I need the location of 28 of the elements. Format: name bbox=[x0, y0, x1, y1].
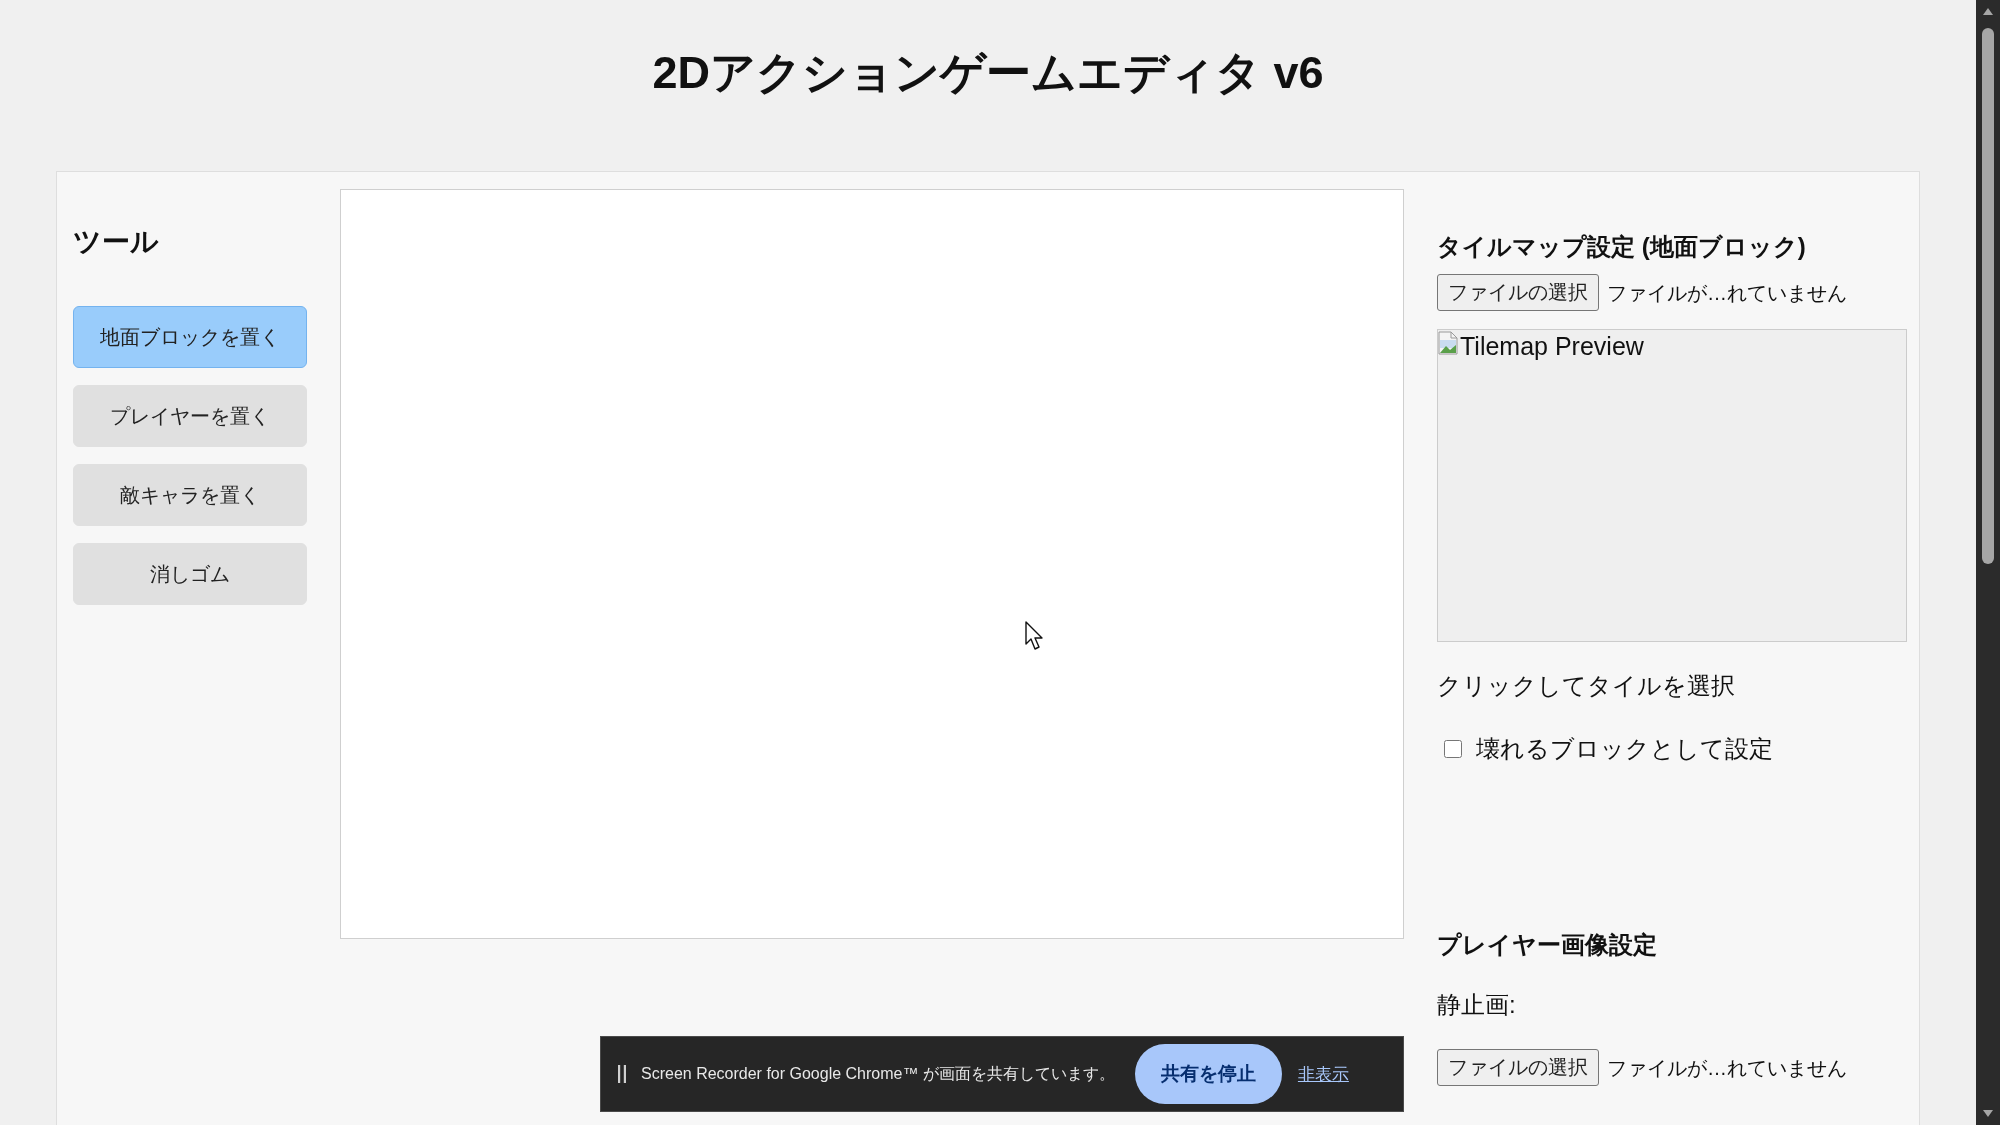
section-heading: プレイヤー画像設定 bbox=[1437, 931, 1657, 959]
hide-link[interactable]: 非表示 bbox=[1297, 1062, 1349, 1086]
down-arrow-icon[interactable] bbox=[1983, 1110, 1993, 1117]
choose-file-button[interactable]: ファイルの選択 bbox=[1437, 274, 1599, 311]
cursor-icon bbox=[1025, 621, 1045, 651]
preview-alt-text: Tilemap Preview bbox=[1460, 331, 1644, 362]
hint-text: クリックしてタイルを選択 bbox=[1437, 671, 1735, 701]
tilemap-preview[interactable]: Tilemap Preview bbox=[1437, 329, 1907, 642]
tool-button[interactable]: 消しゴム bbox=[73, 543, 307, 605]
up-arrow-icon[interactable] bbox=[1983, 8, 1993, 15]
scrollbar[interactable] bbox=[1976, 0, 2000, 1125]
file-status-text: ファイルが…れていません bbox=[1607, 1055, 1847, 1080]
field-label: 静止画: bbox=[1437, 990, 1516, 1020]
tool-button[interactable]: 地面ブロックを置く bbox=[73, 306, 307, 368]
banner-message: Screen Recorder for Google Chrome™ が画面を共有しています。 bbox=[641, 1063, 1115, 1084]
file-status-text: ファイルが…れていません bbox=[1607, 280, 1847, 305]
section-heading: タイルマップ設定 (地面ブロック) bbox=[1437, 233, 1806, 261]
checkbox[interactable] bbox=[1444, 740, 1462, 758]
broken-image-icon bbox=[1438, 331, 1458, 355]
scrollbar-thumb[interactable] bbox=[1982, 28, 1994, 564]
tool-button[interactable]: 敵キャラを置く bbox=[73, 464, 307, 526]
tools-heading: ツール bbox=[73, 226, 159, 258]
checkbox-label: 壊れるブロックとして設定 bbox=[1476, 734, 1773, 764]
pause-icon bbox=[617, 1065, 627, 1083]
stop-sharing-button[interactable]: 共有を停止 bbox=[1134, 1044, 1282, 1104]
choose-file-button[interactable]: ファイルの選択 bbox=[1437, 1049, 1599, 1086]
tool-button[interactable]: プレイヤーを置く bbox=[73, 385, 307, 447]
page-title: 2Dアクションゲームエディタ v6 bbox=[652, 46, 1324, 100]
